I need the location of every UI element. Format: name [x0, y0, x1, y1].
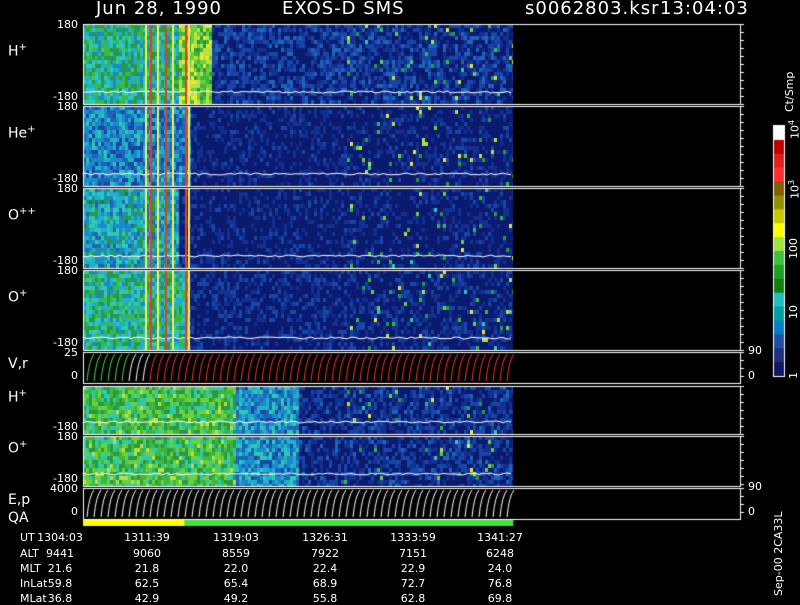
ephemeris-value: 62.5: [134, 577, 160, 590]
header-time: 13:04:03: [660, 0, 749, 19]
ephemeris-value: 7151: [399, 547, 427, 560]
right-tick-min: 0: [748, 369, 755, 382]
ephemeris-value: 7922: [311, 547, 339, 560]
colorbar-tick: 100: [787, 238, 800, 259]
ephemeris-value: 24.0: [487, 562, 513, 575]
y-tick-max: 180: [57, 430, 78, 443]
y-tick-min: 0: [71, 369, 78, 382]
ephemeris-value: 55.8: [312, 592, 338, 605]
ephemeris-value: 68.9: [312, 577, 338, 590]
ephemeris-value: 6248: [486, 547, 514, 560]
ephemeris-value: 9060: [133, 547, 161, 560]
header-file: s0062803.ksr: [525, 0, 660, 19]
panel-label: V,r: [8, 355, 28, 372]
ephemeris-value: 76.8: [487, 577, 513, 590]
y-tick-max: 180: [57, 100, 78, 113]
ephemeris-value: 22.9: [400, 562, 426, 575]
colorbar-tick: 103: [787, 179, 800, 199]
panel-label: O++: [8, 206, 36, 224]
colorbar-unit-label: Ct/Smp: [783, 71, 796, 112]
right-tick-min: 0: [748, 505, 755, 518]
panel-label: O+: [8, 288, 28, 306]
panel-label: H+: [8, 42, 27, 60]
qa-label: QA: [8, 510, 29, 526]
colorbar-tick: 104: [787, 119, 800, 139]
ephemeris-value: 69.8: [487, 592, 513, 605]
y-tick-max: 180: [57, 182, 78, 195]
ephemeris-value: 62.8: [400, 592, 426, 605]
colorbar-tick: 10: [787, 305, 800, 319]
ephemeris-value: 22.4: [312, 562, 338, 575]
ephemeris-value: 9441: [46, 547, 74, 560]
ephemeris-value: 21.8: [134, 562, 160, 575]
ephemeris-value: 59.8: [47, 577, 73, 590]
ephemeris-value: 49.2: [223, 592, 249, 605]
ephemeris-value: 1326:31: [302, 531, 348, 544]
ephemeris-value: 1341:27: [477, 531, 523, 544]
ephemeris-value: 42.9: [134, 592, 160, 605]
ephemeris-value: 1319:03: [213, 531, 259, 544]
ephemeris-value: 1311:39: [124, 531, 170, 544]
panel-label: E,p: [8, 491, 31, 508]
panel-label: He+: [8, 124, 36, 142]
ephemeris-value: 1304:03: [37, 531, 83, 544]
y-tick-min: 0: [71, 505, 78, 518]
ephemeris-value: 72.7: [400, 577, 426, 590]
ephemeris-value: 65.4: [223, 577, 249, 590]
side-note: Sep-00 2CA33L: [772, 511, 785, 596]
y-tick-max: 4000: [50, 482, 78, 495]
ephemeris-value: 21.6: [47, 562, 73, 575]
colorbar-tick: 1: [787, 372, 800, 379]
ephemeris-value: 36.8: [47, 592, 73, 605]
spectrogram-plot: [0, 0, 800, 600]
y-tick-max: 180: [57, 264, 78, 277]
header-date: Jun 28, 1990: [96, 0, 223, 19]
panel-label: H+: [8, 388, 27, 406]
y-tick-max: 180: [57, 18, 78, 31]
ephemeris-value: 1333:59: [390, 531, 436, 544]
y-tick-max: 25: [64, 346, 78, 359]
right-tick-max: 90: [748, 480, 762, 493]
header-instrument: EXOS-D SMS: [282, 0, 405, 19]
ephemeris-value: 8559: [222, 547, 250, 560]
ephemeris-value: 22.0: [223, 562, 249, 575]
right-tick-max: 90: [748, 344, 762, 357]
panel-label: O+: [8, 439, 28, 457]
